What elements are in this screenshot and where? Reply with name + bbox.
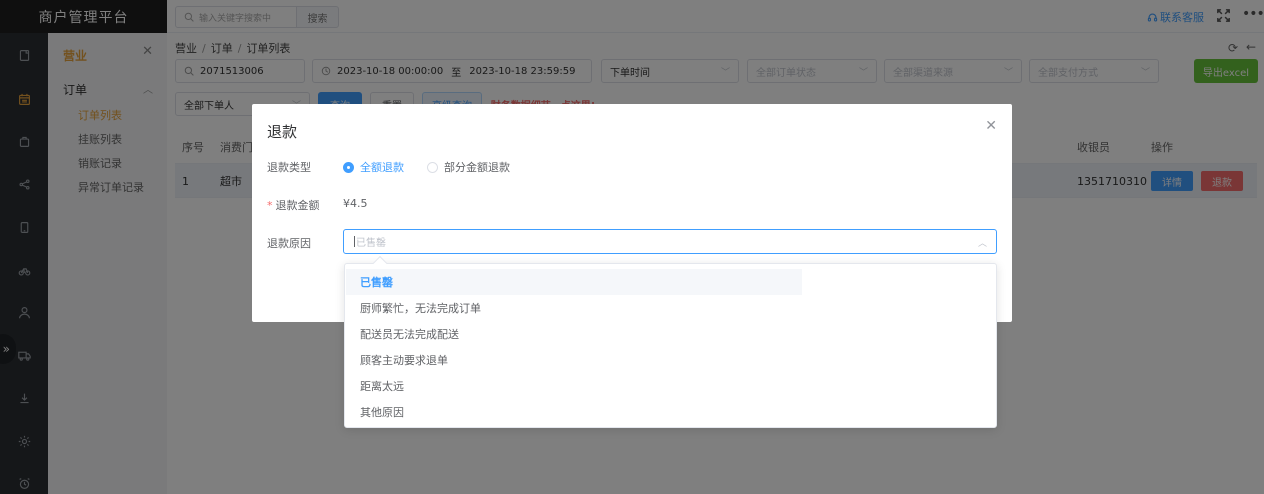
- radio-partial-refund[interactable]: 部分金额退款: [427, 159, 510, 175]
- dropdown-option-sold-out[interactable]: 已售罄: [346, 269, 802, 295]
- refund-reason-placeholder: 已售罄: [356, 238, 386, 249]
- radio-checked-icon: [343, 161, 354, 173]
- dialog-title: 退款: [267, 123, 298, 141]
- radio-full-refund-label: 全额退款: [360, 161, 404, 174]
- text-cursor: [354, 236, 355, 247]
- refund-amount-label: * 退款金额: [267, 197, 320, 213]
- radio-full-refund[interactable]: 全额退款: [343, 159, 404, 175]
- refund-reason-label: 退款原因: [267, 237, 311, 250]
- refund-reason-select[interactable]: 已售罄 ︿: [343, 229, 997, 254]
- refund-type-label: 退款类型: [267, 161, 311, 174]
- dropdown-option-too-far[interactable]: 距离太远: [346, 373, 802, 399]
- refund-amount-value: ¥4.5: [343, 197, 368, 210]
- chevron-up-icon: ︿: [977, 239, 987, 249]
- dropdown-option-chef-busy[interactable]: 厨师繁忙，无法完成订单: [346, 295, 802, 321]
- dropdown-option-courier-unable[interactable]: 配送员无法完成配送: [346, 321, 802, 347]
- dropdown-option-customer-cancel[interactable]: 顾客主动要求退单: [346, 347, 802, 373]
- refund-amount-label-text: 退款金额: [275, 199, 320, 212]
- radio-unchecked-icon: [427, 161, 438, 173]
- radio-partial-refund-label: 部分金额退款: [444, 161, 510, 174]
- refund-reason-dropdown: 已售罄 厨师繁忙，无法完成订单 配送员无法完成配送 顾客主动要求退单 距离太远 …: [344, 255, 997, 428]
- required-mark: *: [267, 199, 273, 212]
- close-icon[interactable]: ✕: [985, 118, 997, 134]
- dropdown-option-other[interactable]: 其他原因: [346, 399, 802, 425]
